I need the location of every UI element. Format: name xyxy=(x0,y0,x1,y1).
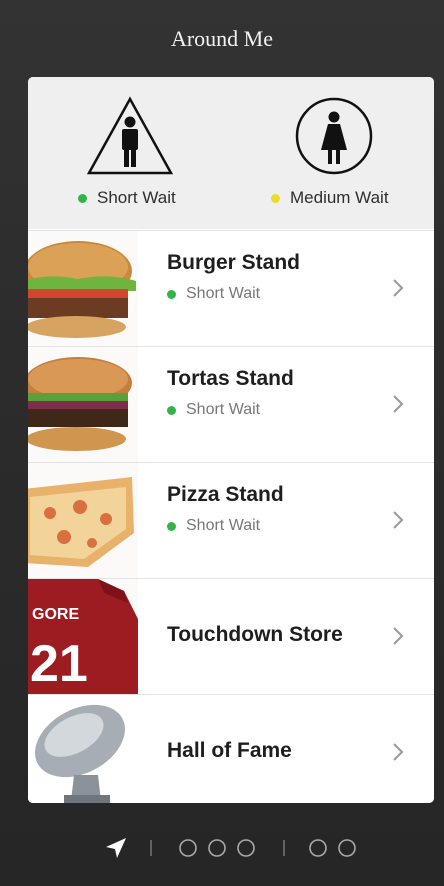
place-status: Short Wait xyxy=(167,285,260,303)
mens-restroom-status: Short Wait xyxy=(78,188,176,208)
app-screen: Around Me Short Wait Medium Wait Burger … xyxy=(0,0,444,886)
mens-restroom-icon[interactable] xyxy=(85,95,175,177)
place-name: Pizza Stand xyxy=(167,483,284,506)
jersey-name-text: GORE xyxy=(32,606,79,623)
place-status: Short Wait xyxy=(167,517,260,535)
pizza-image xyxy=(28,463,138,578)
list-item-pizza-stand[interactable]: Pizza Stand Short Wait xyxy=(28,462,434,578)
chevron-right-icon xyxy=(393,743,404,761)
chevron-right-icon xyxy=(393,511,404,529)
place-status-label: Short Wait xyxy=(186,401,261,418)
list-item-tortas-stand[interactable]: Tortas Stand Short Wait xyxy=(28,346,434,462)
womens-restroom-status: Medium Wait xyxy=(271,188,389,208)
page-dot-icon[interactable] xyxy=(208,839,226,857)
restrooms-panel: Short Wait Medium Wait xyxy=(28,77,434,229)
chevron-right-icon xyxy=(393,279,404,297)
status-dot-green xyxy=(78,193,87,203)
list-item-hall-of-fame[interactable]: Hall of Fame xyxy=(28,694,434,803)
location-arrow-icon[interactable] xyxy=(106,838,126,858)
status-dot-green xyxy=(167,289,176,299)
page-dot-icon[interactable] xyxy=(179,839,197,857)
womens-restroom-status-label: Medium Wait xyxy=(290,188,389,207)
chevron-right-icon xyxy=(393,395,404,413)
page-dot-icon[interactable] xyxy=(309,839,327,857)
page-title: Around Me xyxy=(170,26,274,51)
trophy-image xyxy=(28,695,138,803)
jersey-image: GORE 21 xyxy=(28,579,138,694)
burger-image xyxy=(28,231,138,346)
place-name: Tortas Stand xyxy=(167,367,294,390)
place-name: Burger Stand xyxy=(167,251,301,274)
page-dot-icon[interactable] xyxy=(338,839,356,857)
place-name: Touchdown Store xyxy=(167,623,343,646)
place-status: Short Wait xyxy=(167,401,260,419)
list-item-burger-stand[interactable]: Burger Stand Short Wait xyxy=(28,230,434,346)
list-item-touchdown-store[interactable]: GORE 21 Touchdown Store xyxy=(28,578,434,694)
status-dot-green xyxy=(167,405,176,415)
place-name: Hall of Fame xyxy=(167,739,292,762)
place-status-label: Short Wait xyxy=(186,517,261,534)
page-indicator xyxy=(106,838,356,858)
torta-image xyxy=(28,347,138,462)
jersey-number-text: 21 xyxy=(30,635,88,693)
status-dot-green xyxy=(167,521,176,531)
status-dot-yellow xyxy=(271,193,280,203)
place-status-label: Short Wait xyxy=(186,285,261,302)
womens-restroom-icon[interactable] xyxy=(293,95,375,177)
places-card: Short Wait Medium Wait Burger Stand Shor… xyxy=(28,77,434,803)
chevron-right-icon xyxy=(393,627,404,645)
page-dot-icon[interactable] xyxy=(237,839,255,857)
mens-restroom-status-label: Short Wait xyxy=(97,188,176,207)
